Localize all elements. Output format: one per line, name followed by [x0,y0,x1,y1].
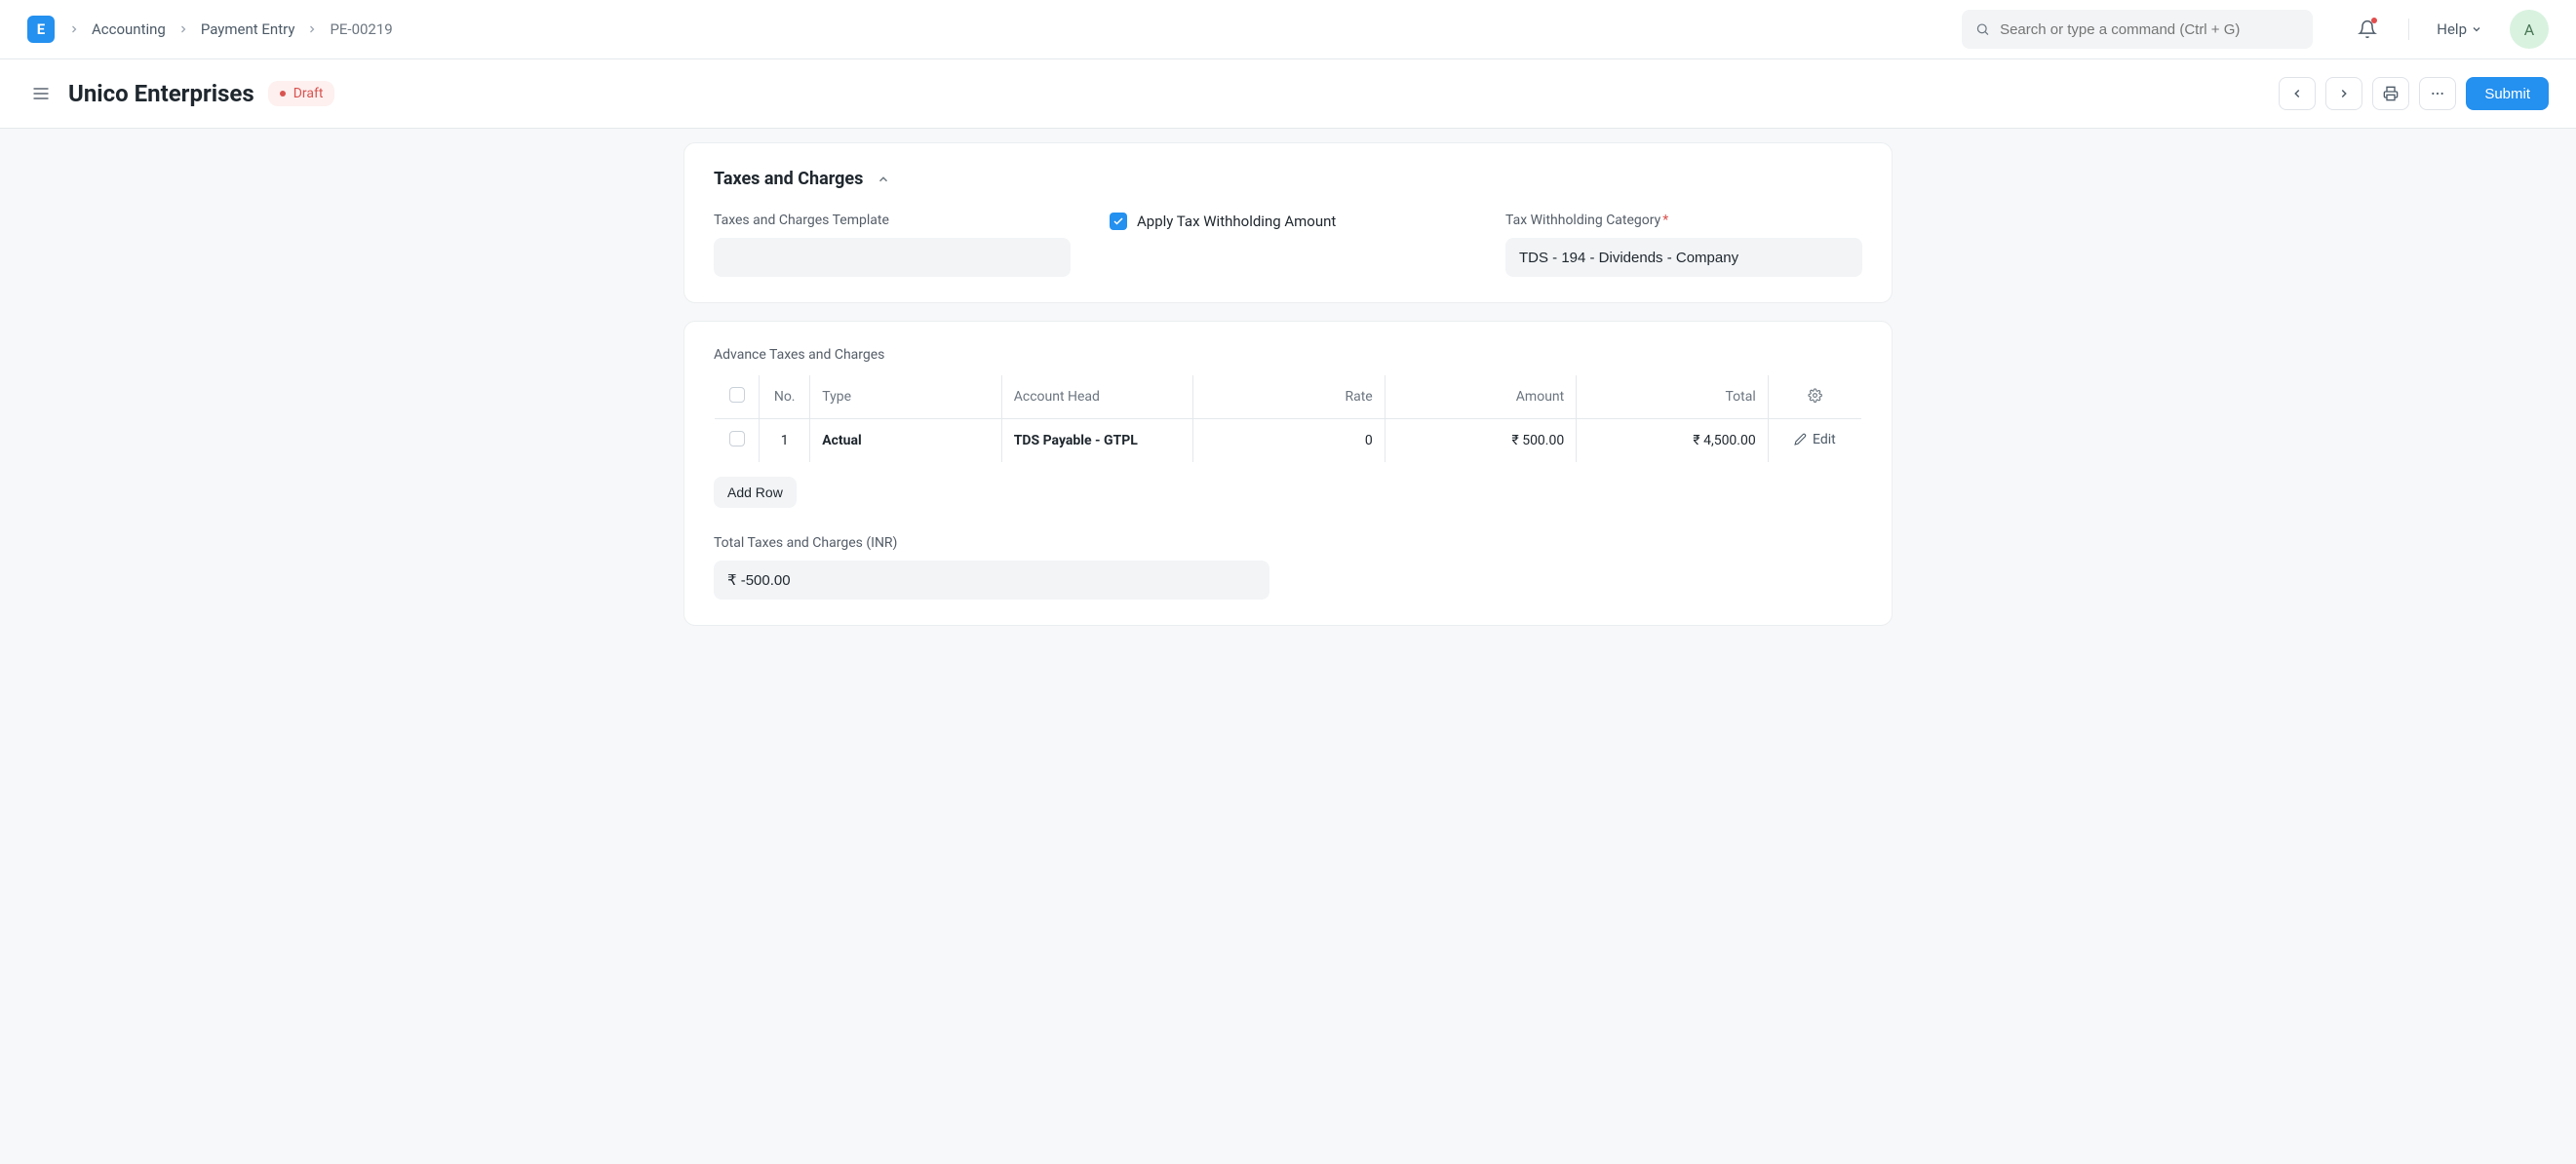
next-button[interactable] [2325,77,2362,110]
edit-row-button[interactable]: Edit [1780,432,1850,447]
page-actions: Submit [2279,77,2549,110]
print-button[interactable] [2372,77,2409,110]
header-no: No. [760,375,810,419]
template-input[interactable] [714,238,1071,277]
edit-label: Edit [1813,432,1836,447]
separator [2408,19,2409,40]
template-field: Taxes and Charges Template [714,213,1071,277]
taxes-and-charges-section: Taxes and Charges Taxes and Charges Temp… [683,142,1893,303]
logo-initial: E [37,20,45,38]
row-checkbox-cell [715,419,760,463]
header-total: Total [1577,375,1769,419]
collapse-section-toggle[interactable] [877,173,890,186]
search-input[interactable] [2000,21,2299,38]
app-logo[interactable]: E [27,16,55,43]
select-all-checkbox[interactable] [729,387,745,403]
check-icon [1112,215,1124,227]
cell-account-head[interactable]: TDS Payable - GTPL [1001,419,1193,463]
gear-icon [1808,388,1822,403]
more-button[interactable] [2419,77,2456,110]
status-badge: Draft [268,81,335,106]
advance-taxes-section: Advance Taxes and Charges No. Type Accou… [683,321,1893,626]
breadcrumb-accounting[interactable]: Accounting [92,20,166,38]
apply-withholding-checkbox-row: Apply Tax Withholding Amount [1110,213,1466,230]
apply-withholding-label: Apply Tax Withholding Amount [1137,213,1336,230]
section-title: Taxes and Charges [714,169,863,189]
advance-taxes-table: No. Type Account Head Rate Amount Total [714,374,1862,463]
status-dot [280,91,286,97]
help-label: Help [2437,20,2467,38]
dots-horizontal-icon [2430,86,2445,101]
cell-rate[interactable]: 0 [1193,419,1386,463]
apply-withholding-checkbox[interactable] [1110,213,1127,230]
row-checkbox[interactable] [729,431,745,446]
chevron-up-icon [877,173,890,186]
avatar-initial: A [2524,20,2534,39]
help-menu[interactable]: Help [2437,20,2482,38]
table-header-row: No. Type Account Head Rate Amount Total [715,375,1862,419]
search-box[interactable] [1962,10,2313,49]
header-amount: Amount [1385,375,1577,419]
table-settings-button[interactable] [1808,388,1822,403]
withholding-category-field: Tax Withholding Category* [1505,213,1862,277]
header-type: Type [810,375,1002,419]
cell-no: 1 [760,419,810,463]
chevron-right-icon [68,23,80,35]
status-text: Draft [293,86,324,101]
sidebar-toggle[interactable] [27,80,55,107]
chevron-right-icon [2337,87,2351,100]
add-row-button[interactable]: Add Row [714,477,797,508]
cell-edit: Edit [1768,419,1861,463]
header-rate: Rate [1193,375,1386,419]
advance-table-label: Advance Taxes and Charges [714,347,1862,363]
page-body: Taxes and Charges Taxes and Charges Temp… [0,129,2576,1164]
withholding-category-label: Tax Withholding Category* [1505,213,1862,228]
header-account-head: Account Head [1001,375,1193,419]
submit-button[interactable]: Submit [2466,77,2549,110]
prev-button[interactable] [2279,77,2316,110]
cell-amount[interactable]: ₹ 500.00 [1385,419,1577,463]
pencil-icon [1794,433,1807,446]
printer-icon [2383,86,2399,101]
navbar: E Accounting Payment Entry PE-00219 Help… [0,0,2576,59]
search-icon [1975,21,1990,37]
section-title-row: Taxes and Charges [714,169,1862,189]
header-settings-cell [1768,375,1861,419]
chevron-right-icon [177,23,189,35]
breadcrumb-current: PE-00219 [330,20,392,38]
header-checkbox-cell [715,375,760,419]
required-asterisk: * [1662,213,1668,228]
template-label: Taxes and Charges Template [714,213,1071,228]
chevron-down-icon [2471,23,2482,35]
total-taxes-value [714,561,1269,600]
total-taxes-label: Total Taxes and Charges (INR) [714,535,1269,551]
notifications-button[interactable] [2354,16,2381,43]
chevron-left-icon [2290,87,2304,100]
menu-icon [31,84,51,103]
table-row[interactable]: 1 Actual TDS Payable - GTPL 0 ₹ 500.00 ₹… [715,419,1862,463]
avatar[interactable]: A [2510,10,2549,49]
taxes-form-row: Taxes and Charges Template Apply Tax Wit… [714,213,1862,277]
cell-type[interactable]: Actual [810,419,1002,463]
total-taxes-field: Total Taxes and Charges (INR) [714,535,1269,600]
cell-total[interactable]: ₹ 4,500.00 [1577,419,1769,463]
breadcrumb: Accounting Payment Entry PE-00219 [68,20,393,38]
withholding-category-input[interactable] [1505,238,1862,277]
breadcrumb-payment-entry[interactable]: Payment Entry [201,20,295,38]
chevron-right-icon [306,23,318,35]
apply-withholding-field: Apply Tax Withholding Amount [1110,213,1466,230]
page-header: Unico Enterprises Draft Submit [0,59,2576,129]
page-title: Unico Enterprises [68,80,254,107]
